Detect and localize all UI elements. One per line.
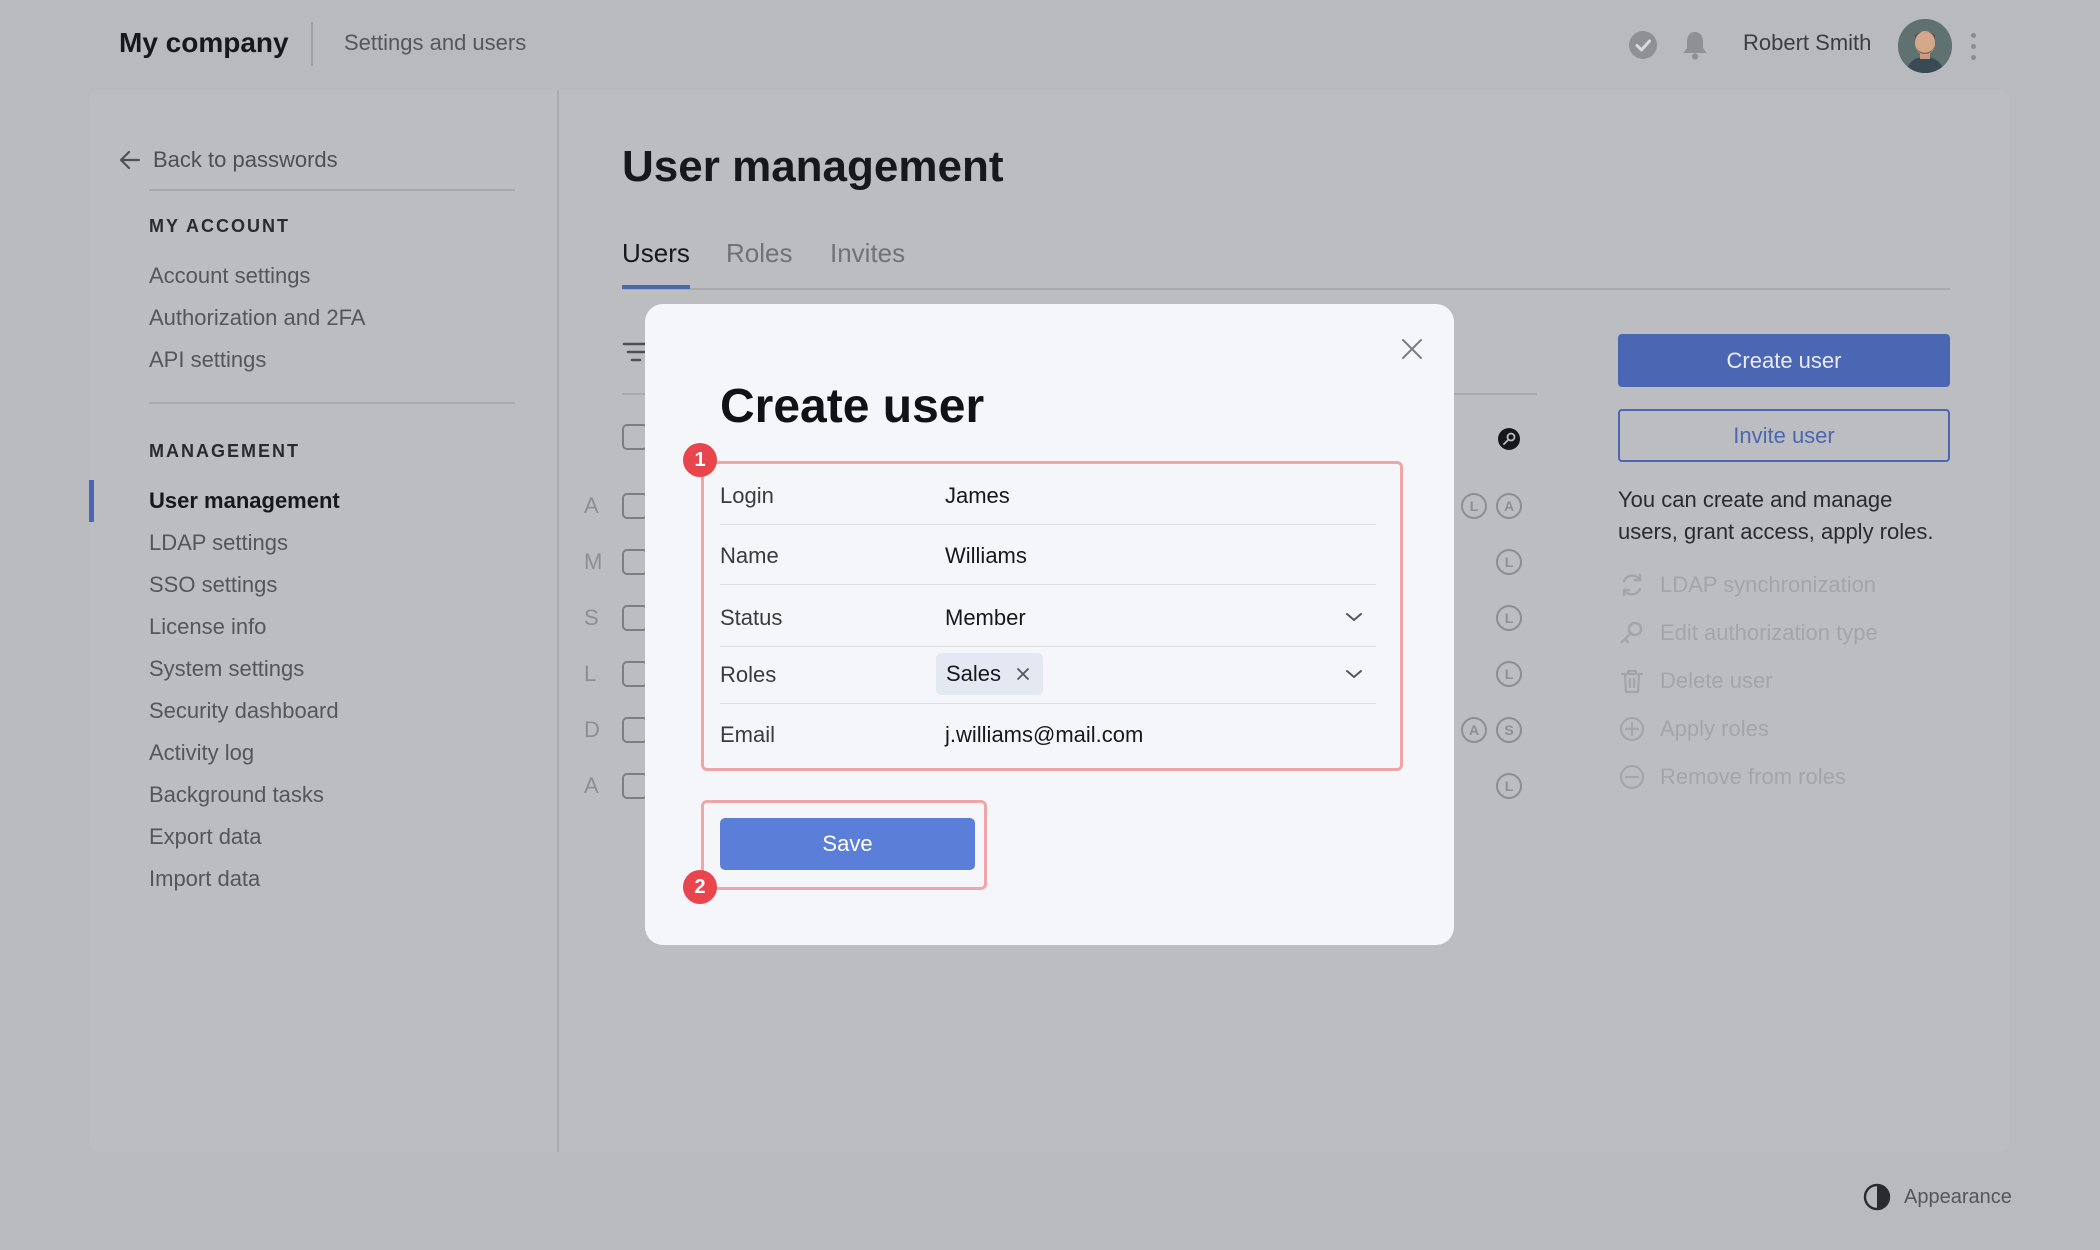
row-initial: A — [584, 773, 599, 798]
invite-user-button[interactable]: Invite user — [1618, 409, 1950, 462]
field-label: Email — [720, 722, 776, 747]
sidebar-item-background-tasks[interactable]: Background tasks — [149, 782, 324, 808]
create-user-modal: Create user 1 Login James Name Williams … — [645, 304, 1454, 945]
appearance-toggle[interactable]: Appearance — [1862, 1182, 2012, 1212]
save-button[interactable]: Save — [720, 818, 975, 870]
name-field[interactable]: Name Williams — [720, 525, 1376, 585]
field-label: Roles — [720, 662, 777, 687]
appearance-label: Appearance — [1904, 1185, 2012, 1208]
step-marker: 1 — [683, 443, 717, 477]
ldap-sync-action[interactable]: LDAP synchronization — [1618, 571, 1876, 599]
user-name[interactable]: Robert Smith — [1743, 30, 1871, 56]
sidebar-item-account-settings[interactable]: Account settings — [149, 263, 310, 289]
kebab-icon[interactable] — [1966, 30, 1980, 62]
row-initial: M — [584, 549, 603, 574]
key-icon — [1620, 621, 1643, 644]
row-initial: A — [584, 493, 599, 518]
sync-icon — [1622, 573, 1642, 597]
sidebar-item-system-settings[interactable]: System settings — [149, 656, 304, 682]
role-badge: L — [1496, 549, 1522, 575]
sidebar-item-ldap-settings[interactable]: LDAP settings — [149, 530, 288, 556]
delete-user-action[interactable]: Delete user — [1618, 667, 1773, 695]
action-label: Apply roles — [1660, 716, 1769, 741]
field-label: Name — [720, 543, 779, 568]
role-badge: A — [1496, 493, 1522, 519]
name-input[interactable]: Williams — [945, 543, 1027, 569]
modal-title: Create user — [720, 380, 985, 433]
action-label: LDAP synchronization — [1660, 572, 1877, 597]
sidebar-item-sso-settings[interactable]: SSO settings — [149, 572, 277, 598]
close-icon[interactable] — [1397, 334, 1427, 364]
role-badge: L — [1496, 661, 1522, 687]
tab-invites[interactable]: Invites — [830, 238, 905, 285]
login-input[interactable]: James — [945, 483, 1010, 509]
company-name[interactable]: My company — [119, 27, 289, 59]
apply-roles-action[interactable]: Apply roles — [1618, 715, 1769, 743]
sidebar-item-user-management[interactable]: User management — [149, 488, 340, 514]
email-input[interactable]: j.williams@mail.com — [945, 722, 1143, 748]
back-link-label: Back to passwords — [153, 147, 338, 172]
role-badge: A — [1461, 717, 1487, 743]
sidebar-item-security-dashboard[interactable]: Security dashboard — [149, 698, 339, 724]
tab-roles[interactable]: Roles — [726, 238, 792, 285]
create-user-button[interactable]: Create user — [1618, 334, 1950, 387]
sidebar-item-license-info[interactable]: License info — [149, 614, 266, 640]
sidebar-item-authorization[interactable]: Authorization and 2FA — [149, 305, 365, 331]
row-initial: D — [584, 717, 600, 742]
tab-bar: Users Roles Invites — [622, 238, 1950, 290]
trash-icon — [1620, 669, 1644, 694]
action-label: Remove from roles — [1660, 764, 1846, 789]
close-icon[interactable] — [1015, 666, 1031, 682]
tab-users[interactable]: Users — [622, 238, 690, 289]
back-to-passwords-link[interactable]: Back to passwords — [119, 147, 338, 173]
sidebar: Back to passwords MY ACCOUNT Account set… — [89, 90, 559, 1152]
sidebar-item-api-settings[interactable]: API settings — [149, 347, 266, 373]
step-marker: 2 — [683, 870, 717, 904]
row-initial: S — [584, 605, 599, 630]
role-chip: Sales — [936, 653, 1044, 695]
role-badge: L — [1496, 605, 1522, 631]
status-field[interactable]: Status Member — [720, 587, 1376, 647]
role-badge: S — [1496, 717, 1522, 743]
arrow-left-icon — [119, 150, 141, 170]
minus-circle-icon — [1619, 764, 1645, 790]
edit-authorization-action[interactable]: Edit authorization type — [1618, 619, 1878, 647]
email-field[interactable]: Email j.williams@mail.com — [720, 704, 1376, 764]
chevron-down-icon[interactable] — [1344, 611, 1364, 623]
sidebar-divider — [149, 189, 515, 191]
sidebar-item-import-data[interactable]: Import data — [149, 866, 260, 892]
key-icon[interactable] — [1498, 428, 1520, 450]
page-title: User management — [622, 142, 1004, 191]
remove-from-roles-action[interactable]: Remove from roles — [1618, 763, 1846, 791]
role-badge: L — [1461, 493, 1487, 519]
role-badge: L — [1496, 773, 1522, 799]
sidebar-item-export-data[interactable]: Export data — [149, 824, 262, 850]
top-bar: My company Settings and users Robert Smi… — [0, 0, 2100, 90]
section-title-my-account: MY ACCOUNT — [149, 216, 290, 236]
section-title-management: MANAGEMENT — [149, 441, 300, 461]
header-divider — [311, 22, 313, 66]
sidebar-divider — [149, 402, 515, 404]
action-label: Delete user — [1660, 668, 1773, 693]
bell-icon[interactable] — [1680, 29, 1710, 66]
half-circle-icon — [1863, 1183, 1891, 1211]
action-label: Edit authorization type — [1660, 620, 1878, 645]
status-select[interactable]: Member — [945, 605, 1026, 631]
plus-circle-icon — [1619, 716, 1645, 742]
chevron-down-icon[interactable] — [1344, 668, 1364, 680]
header-subtitle: Settings and users — [344, 30, 527, 55]
help-text: You can create and manage users, grant a… — [1618, 487, 1934, 544]
role-chip-label: Sales — [946, 661, 1002, 686]
row-initial: L — [584, 661, 597, 686]
login-field[interactable]: Login James — [720, 465, 1376, 525]
avatar[interactable] — [1898, 19, 1952, 73]
sidebar-item-activity-log[interactable]: Activity log — [149, 740, 254, 766]
field-label: Login — [720, 483, 774, 508]
active-indicator — [89, 480, 94, 522]
roles-field[interactable]: Roles Sales — [720, 644, 1376, 704]
field-label: Status — [720, 605, 783, 630]
check-circle-icon[interactable] — [1629, 31, 1657, 59]
